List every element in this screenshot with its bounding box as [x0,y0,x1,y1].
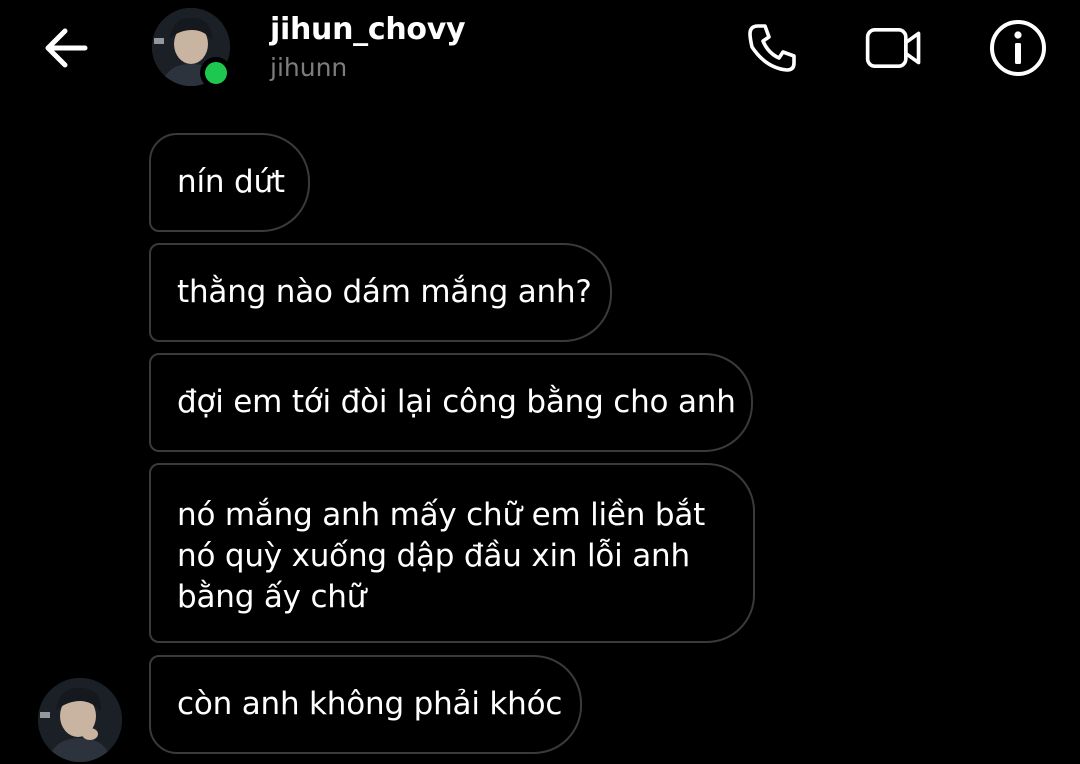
message-bubble[interactable]: thằng nào dám mắng anh? [149,243,612,342]
message-bubble[interactable]: nó mắng anh mấy chữ em liền bắt nó quỳ x… [149,463,755,643]
message-thread: nín dứt thằng nào dám mắng anh? đợi em t… [0,0,1080,764]
message-bubble[interactable]: đợi em tới đòi lại công bằng cho anh [149,353,753,452]
message-bubble[interactable]: còn anh không phải khóc [149,655,582,754]
sender-avatar[interactable] [38,678,122,762]
profile-photo [38,678,122,762]
message-bubble[interactable]: nín dứt [149,133,310,232]
